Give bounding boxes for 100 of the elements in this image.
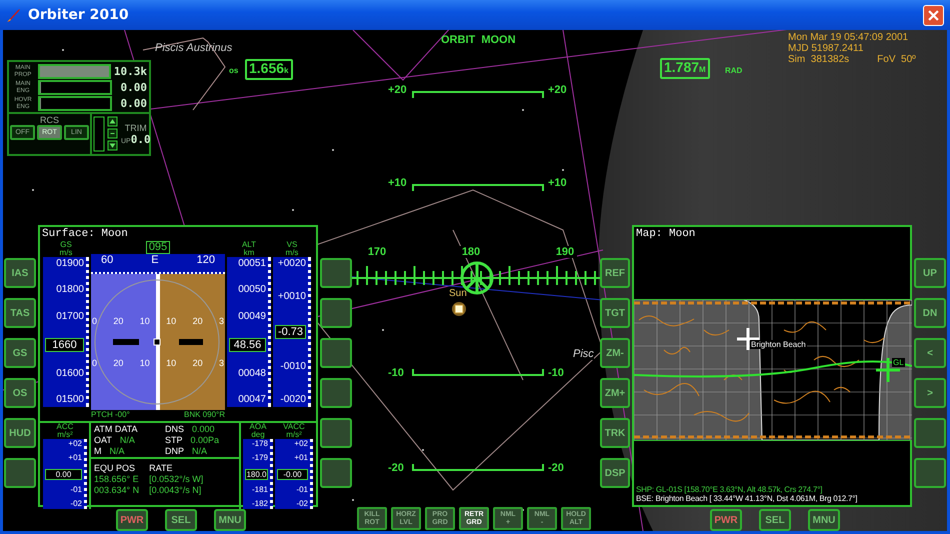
pitch-label: -10 bbox=[388, 367, 404, 379]
gauge-value: 10.3k bbox=[114, 65, 147, 78]
position-value: 158.656° E bbox=[94, 474, 140, 484]
pitch-label: +20 bbox=[548, 84, 567, 96]
radius-suffix: RAD bbox=[725, 66, 742, 75]
mfd-button[interactable] bbox=[320, 298, 352, 328]
rocket-icon bbox=[6, 7, 22, 23]
pitch-scale-label: 20 bbox=[192, 358, 203, 368]
tick-label: 00048 bbox=[238, 368, 266, 379]
pitch-readout: PTCH -00° bbox=[91, 410, 130, 419]
mfd-button[interactable]: OS bbox=[4, 378, 36, 408]
tick-label: 00051 bbox=[238, 259, 266, 269]
mjd-text: MJD 51987.2411 bbox=[788, 43, 864, 54]
ship-label: GL bbox=[892, 358, 905, 367]
mfd-button[interactable]: MNU bbox=[214, 509, 246, 531]
tick-label: -181 bbox=[252, 486, 268, 494]
atm-data-title: ATM DATA bbox=[94, 424, 138, 434]
mfd-button[interactable]: DN bbox=[914, 298, 946, 328]
tick-label: 01900 bbox=[56, 259, 84, 269]
pitch-scale-label: 0 bbox=[92, 316, 98, 326]
gauge-value: 0.00 bbox=[120, 81, 147, 94]
mfd-button[interactable]: TRK bbox=[600, 418, 630, 448]
tape-label: VS bbox=[286, 241, 298, 249]
tick-label: +0010 bbox=[278, 292, 306, 302]
ship-status-line: SHP: GL-01S [158.70°E 3.63°N, Alt 48.57k, Crs 274.7°] bbox=[636, 485, 824, 494]
mfd-button[interactable] bbox=[4, 458, 36, 488]
tape-readout: 1660 bbox=[45, 338, 84, 352]
mfd-button[interactable] bbox=[320, 378, 352, 408]
rate-value: [0.0532°/s W] bbox=[149, 474, 204, 484]
sun-label: Sun bbox=[449, 288, 467, 299]
tape-readout: 48.56 bbox=[229, 338, 266, 352]
position-value: 003.634° N bbox=[94, 485, 140, 495]
field-label: DNS bbox=[165, 424, 184, 434]
pitch-scale-label: 10 bbox=[140, 316, 150, 326]
mfd-button[interactable]: IAS bbox=[4, 258, 36, 288]
tick-label: 01700 bbox=[56, 312, 84, 322]
mfd-button[interactable]: SEL bbox=[759, 509, 791, 531]
base-status-line: BSE: Brighton Beach [ 33.44°W 41.13°N, Dst 4.061M, Brg 012.7°] bbox=[636, 494, 858, 503]
mfd-button[interactable]: REF bbox=[600, 258, 630, 288]
pitch-scale-label: 10 bbox=[166, 316, 176, 326]
mfd-button[interactable]: GS bbox=[4, 338, 36, 368]
mfd-button[interactable]: PWR bbox=[116, 509, 148, 531]
mfd-button[interactable]: DSP bbox=[600, 458, 630, 488]
date-text: Mon Mar 19 05:47:09 2001 bbox=[788, 32, 910, 43]
heading-tick-label: 120 bbox=[196, 254, 215, 268]
tape-unit: km bbox=[244, 249, 254, 257]
mfd-button[interactable]: PWR bbox=[710, 509, 742, 531]
mfd-button[interactable] bbox=[914, 418, 946, 448]
field-value: N/A bbox=[110, 446, 125, 456]
tape-label: AOA bbox=[250, 423, 266, 431]
tick-label: -182 bbox=[252, 500, 268, 508]
tick-label: -0020 bbox=[280, 395, 306, 405]
mfd-button[interactable] bbox=[320, 458, 352, 488]
altitude-prefix: os bbox=[229, 66, 238, 75]
mfd-button[interactable]: HUD bbox=[4, 418, 36, 448]
mfd-button[interactable]: TAS bbox=[4, 298, 36, 328]
tick-label: +02 bbox=[294, 440, 308, 448]
field-label: M bbox=[94, 446, 102, 456]
tape-label: VACC bbox=[283, 423, 305, 431]
mfd-button[interactable]: ZM+ bbox=[600, 378, 630, 408]
hud-mode-label: ORBIT MOON bbox=[441, 34, 516, 46]
equ-pos-title: EQU POS bbox=[94, 463, 136, 473]
tape-unit: m/s bbox=[60, 249, 72, 257]
pitch-scale-label: 10 bbox=[140, 358, 150, 368]
sun-icon bbox=[452, 302, 466, 316]
fov-text: FoV 50º bbox=[877, 54, 916, 65]
tick-label: 01800 bbox=[56, 285, 84, 296]
tick-label: -01 bbox=[70, 486, 82, 494]
mfd-button[interactable] bbox=[320, 418, 352, 448]
field-label: OAT bbox=[94, 435, 112, 445]
close-button[interactable] bbox=[923, 4, 944, 26]
tape-readout: -0.73 bbox=[275, 325, 306, 339]
heading-tick-label: 60 bbox=[101, 254, 114, 268]
heading-label: 180 bbox=[459, 246, 483, 258]
mfd-button[interactable]: UP bbox=[914, 258, 946, 288]
gauge-value: 0.00 bbox=[120, 97, 147, 110]
mfd-button[interactable]: ZM- bbox=[600, 338, 630, 368]
mfd-button[interactable] bbox=[320, 258, 352, 288]
close-icon bbox=[928, 10, 939, 20]
pitch-label: +10 bbox=[548, 177, 567, 189]
tape-unit: m/s² bbox=[286, 431, 302, 439]
tape-readout: -0.00 bbox=[277, 468, 308, 480]
mfd-button[interactable]: SEL bbox=[165, 509, 197, 531]
mfd-button[interactable]: TGT bbox=[600, 298, 630, 328]
field-value: 0.000 bbox=[192, 424, 215, 434]
mfd-button[interactable] bbox=[320, 338, 352, 368]
tick-label: -02 bbox=[70, 500, 82, 508]
tick-label: +01 bbox=[68, 454, 82, 462]
mfd-button[interactable] bbox=[914, 458, 946, 488]
tick-label: 01500 bbox=[56, 394, 84, 405]
rate-title: RATE bbox=[149, 463, 174, 473]
pitch-scale-label: 3 bbox=[218, 316, 224, 326]
tick-label: +02 bbox=[68, 440, 82, 448]
heading-tick-label: E bbox=[151, 254, 159, 268]
mfd-button[interactable]: > bbox=[914, 378, 946, 408]
pitch-label: +10 bbox=[388, 177, 407, 189]
radius-readout: 1.787M bbox=[660, 58, 710, 79]
mfd-button[interactable]: MNU bbox=[808, 509, 840, 531]
mfd-button[interactable]: < bbox=[914, 338, 946, 368]
pitch-scale-label: 3 bbox=[218, 358, 224, 368]
